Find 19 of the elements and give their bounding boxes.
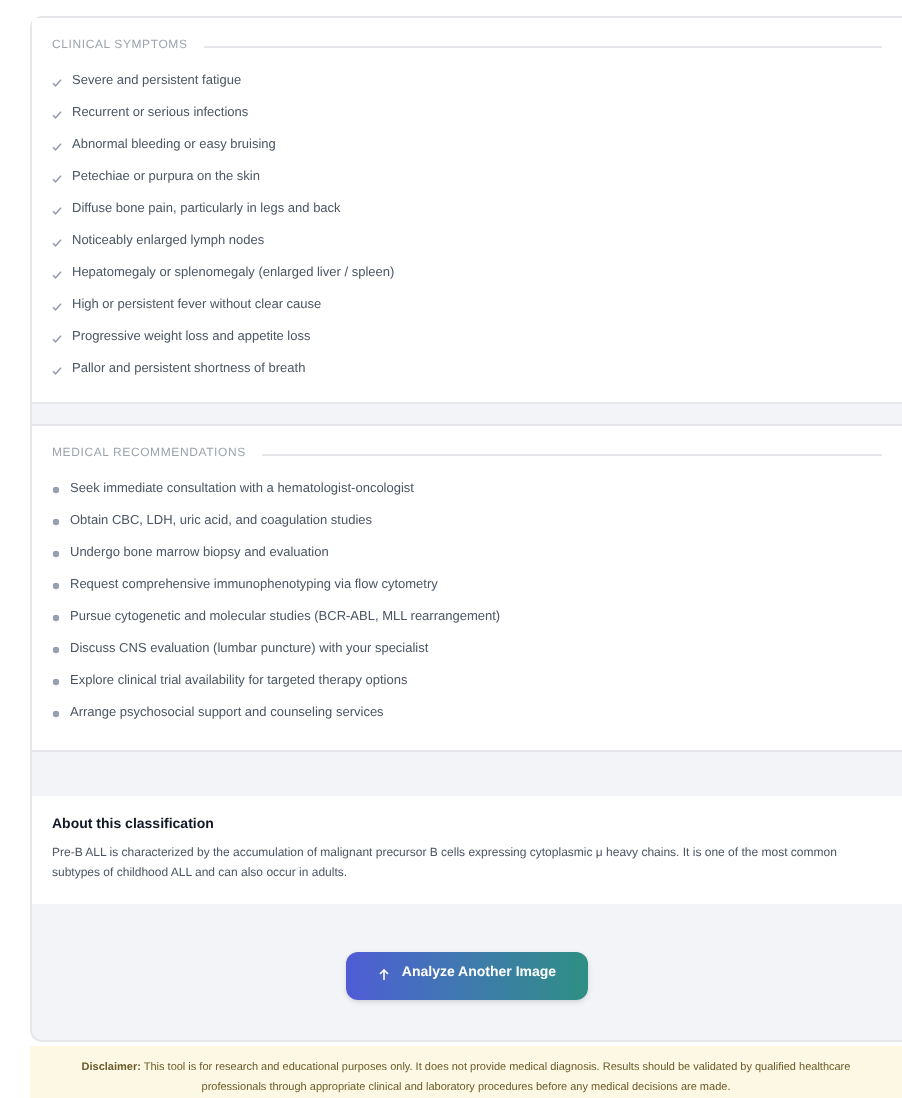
- check-icon: [52, 333, 62, 343]
- bullet-icon: [52, 678, 60, 686]
- check-icon: [52, 173, 62, 183]
- check-icon: [52, 109, 62, 119]
- bullet-icon: [52, 518, 60, 526]
- check-icon: [52, 365, 62, 375]
- bullet-icon: [52, 486, 60, 494]
- check-icon: [52, 269, 62, 279]
- check-icon: [52, 77, 62, 87]
- check-icon: [52, 205, 62, 215]
- bullet-icon: [52, 646, 60, 654]
- upload-icon: [377, 968, 390, 982]
- bullet-icon: [52, 614, 60, 622]
- bullet-icon: [52, 550, 60, 558]
- check-icon: [52, 237, 62, 247]
- bullet-icon: [52, 710, 60, 718]
- check-icon: [52, 301, 62, 311]
- bullet-icon: [52, 582, 60, 590]
- check-icon: [52, 141, 62, 151]
